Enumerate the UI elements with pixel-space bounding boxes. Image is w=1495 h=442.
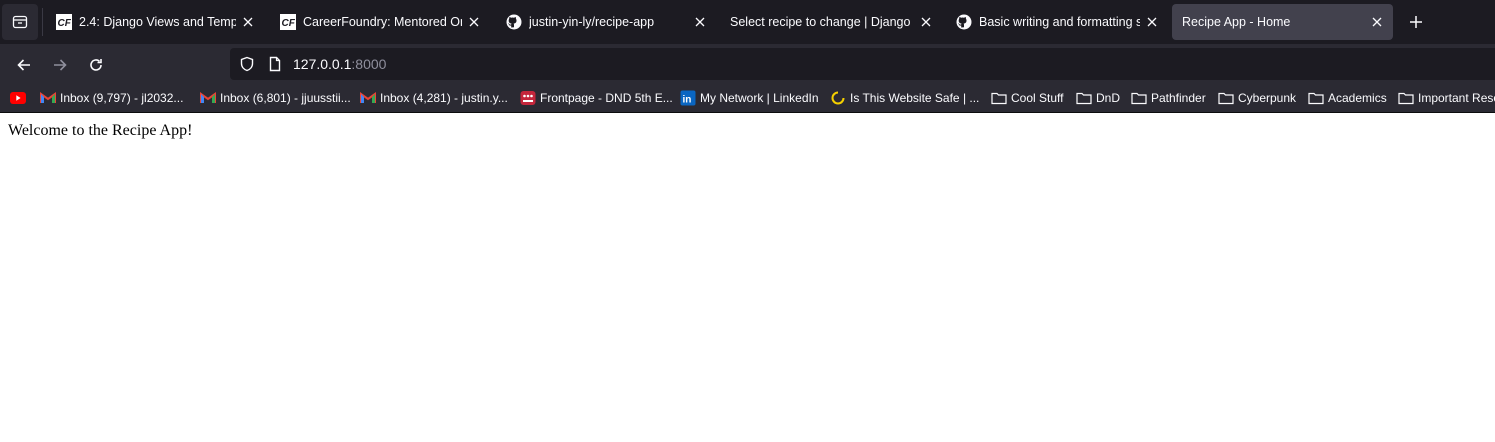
tab-github-recipe-app[interactable]: justin-yin-ly/recipe-app (496, 4, 716, 40)
careerfoundry-icon: CF (56, 14, 72, 30)
tab-list-icon (12, 15, 28, 29)
bookmark-label: My Network | LinkedIn (700, 91, 819, 105)
bookmark-label: Inbox (6,801) - jjuusstii... (220, 91, 351, 105)
bookmark-label: Frontpage - DND 5th E... (540, 91, 673, 105)
bookmark-folder-cyberpunk[interactable]: Cyberpunk (1218, 89, 1296, 107)
back-button[interactable] (10, 51, 38, 79)
close-icon[interactable] (240, 14, 256, 30)
welcome-text: Welcome to the Recipe App! (8, 122, 193, 139)
svg-text:CF: CF (58, 18, 72, 29)
bookmark-folder-important-resources[interactable]: Important Reso (1398, 89, 1495, 107)
close-icon[interactable] (466, 14, 482, 30)
address-bar[interactable]: 127.0.0.1:8000 (230, 48, 1495, 80)
bookmark-label: Important Reso (1418, 91, 1495, 105)
tab-separator (42, 8, 43, 36)
url-text[interactable]: 127.0.0.1:8000 (293, 48, 386, 80)
svg-text:CF: CF (282, 18, 296, 29)
loading-icon (830, 90, 846, 106)
list-all-tabs-button[interactable] (2, 4, 38, 40)
page-content: Welcome to the Recipe App! (0, 113, 1495, 442)
page-icon[interactable] (267, 56, 283, 72)
url-host: 127.0.0.1 (293, 56, 352, 72)
plus-icon (1410, 16, 1422, 28)
reload-button[interactable] (82, 51, 110, 79)
tab-title: Recipe App - Home (1182, 15, 1291, 29)
bookmark-label: Is This Website Safe | ... (850, 91, 980, 105)
youtube-icon (10, 90, 26, 106)
arrow-left-icon (17, 59, 30, 71)
bookmark-linkedin[interactable]: in My Network | LinkedIn (680, 89, 819, 107)
gmail-icon (360, 90, 376, 106)
shield-icon[interactable] (239, 56, 255, 72)
bookmark-label: Cool Stuff (1011, 91, 1064, 105)
bookmark-folder-pathfinder[interactable]: Pathfinder (1131, 89, 1206, 107)
browser-chrome: CF 2.4: Django Views and Templates CF Ca… (0, 0, 1495, 113)
tab-django-views[interactable]: CF 2.4: Django Views and Templates (46, 4, 264, 40)
bookmark-label: Academics (1328, 91, 1387, 105)
gmail-icon (40, 90, 56, 106)
bookmark-label: DnD (1096, 91, 1121, 105)
bookmark-label: Inbox (9,797) - jl2032... (60, 91, 184, 105)
bookmark-label: Cyberpunk (1238, 91, 1297, 105)
tab-title: 2.4: Django Views and Templates (79, 15, 236, 29)
folder-icon (1076, 90, 1092, 106)
close-icon[interactable] (1144, 14, 1160, 30)
reload-icon (90, 59, 102, 71)
linkedin-icon: in (680, 90, 696, 106)
close-icon[interactable] (918, 14, 934, 30)
tab-github-docs[interactable]: Basic writing and formatting syntax (946, 4, 1168, 40)
dnd-icon (520, 90, 536, 106)
tab-title: CareerFoundry: Mentored Online (303, 15, 462, 29)
bookmark-inbox-2[interactable]: Inbox (6,801) - jjuusstii... (200, 89, 351, 107)
bookmark-folder-cool-stuff[interactable]: Cool Stuff (991, 89, 1063, 107)
url-port: :8000 (351, 56, 387, 72)
navigation-toolbar: 127.0.0.1:8000 (0, 44, 1495, 84)
tab-bar: CF 2.4: Django Views and Templates CF Ca… (0, 0, 1495, 44)
folder-icon (1308, 90, 1324, 106)
folder-icon (1218, 90, 1234, 106)
tab-title: justin-yin-ly/recipe-app (529, 15, 655, 29)
folder-icon (1131, 90, 1147, 106)
tab-django-admin[interactable]: Select recipe to change | Django site (720, 4, 942, 40)
bookmark-label: Inbox (4,281) - justin.y... (380, 91, 508, 105)
arrow-right-icon (54, 59, 67, 71)
tab-title: Basic writing and formatting syntax (979, 15, 1140, 29)
bookmark-folder-academics[interactable]: Academics (1308, 89, 1387, 107)
tab-title: Select recipe to change | Django site (730, 15, 914, 29)
svg-text:in: in (683, 95, 692, 106)
tab-careerfoundry[interactable]: CF CareerFoundry: Mentored Online (270, 4, 490, 40)
bookmark-website-safe[interactable]: Is This Website Safe | ... (830, 89, 979, 107)
new-tab-button[interactable] (1402, 8, 1430, 36)
folder-icon (991, 90, 1007, 106)
folder-icon (1398, 90, 1414, 106)
bookmark-label: Pathfinder (1151, 91, 1206, 105)
bookmark-dnd-frontpage[interactable]: Frontpage - DND 5th E... (520, 89, 673, 107)
bookmark-inbox-3[interactable]: Inbox (4,281) - justin.y... (360, 89, 508, 107)
bookmark-youtube[interactable] (10, 89, 30, 107)
bookmark-inbox-1[interactable]: Inbox (9,797) - jl2032... (40, 89, 183, 107)
github-icon (956, 14, 972, 30)
gmail-icon (200, 90, 216, 106)
bookmark-folder-dnd[interactable]: DnD (1076, 89, 1120, 107)
careerfoundry-icon: CF (280, 14, 296, 30)
github-icon (506, 14, 522, 30)
close-icon[interactable] (692, 14, 708, 30)
close-icon[interactable] (1369, 14, 1385, 30)
tab-recipe-app-home[interactable]: Recipe App - Home (1172, 4, 1393, 40)
bookmarks-toolbar: Inbox (9,797) - jl2032... Inbox (6,801) … (0, 84, 1495, 113)
forward-button[interactable] (46, 51, 74, 79)
